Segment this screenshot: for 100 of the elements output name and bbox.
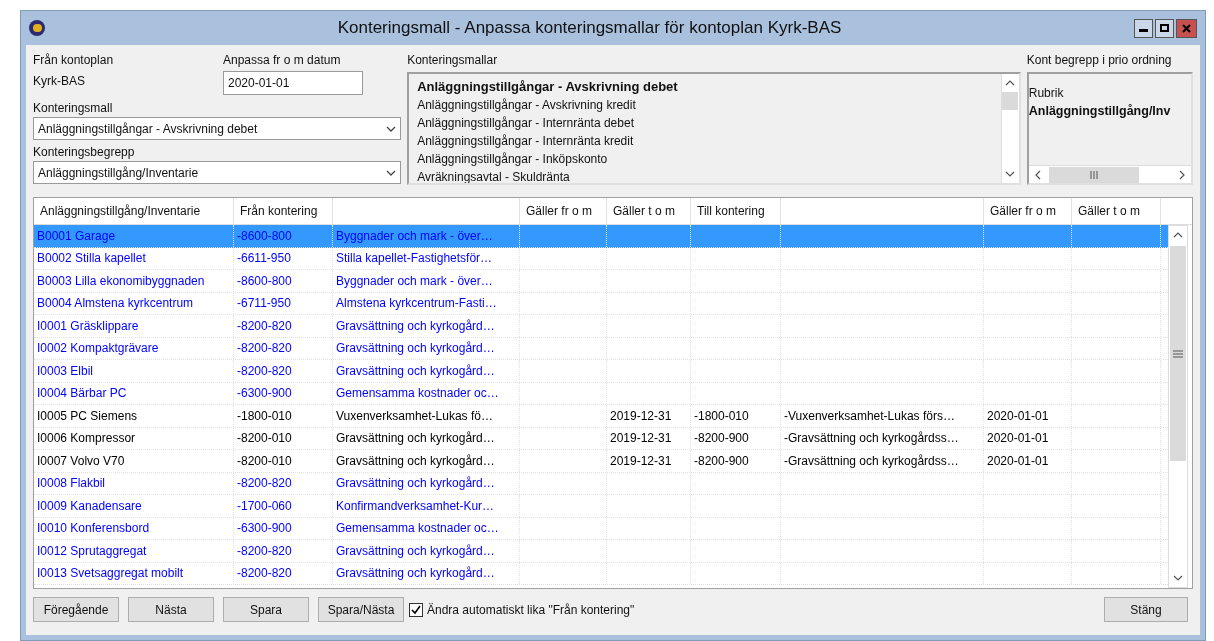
table-cell-text: I0013 Svetsaggregat mobilt <box>37 565 184 583</box>
table-cell-text: B0001 Garage <box>37 227 116 245</box>
template-list-item[interactable]: Anläggningstillgångar - Avskrivning debet <box>417 78 1001 96</box>
table-cell-text: -6611-950 <box>237 250 291 268</box>
template-list-item[interactable]: Anläggningstillgångar - Inköpskonto <box>417 150 1001 168</box>
table-cell-text: I0001 Gräsklippare <box>37 317 139 335</box>
table-cell-text: I0005 PC Siemens <box>37 407 138 425</box>
table-row[interactable]: I0002 Kompaktgrävare -8200-820 Gravsättning och kyrkogård… <box>34 337 1169 360</box>
table-row[interactable]: I0003 Elbil -8200-820 Gravsättning och kyrkogård… <box>34 360 1169 383</box>
table-row[interactable]: B0004 Almstena kyrkcentrum -6711-950 Almstena kyrkcentrum-Fasti… <box>34 292 1169 315</box>
table-cell-text: I0007 Volvo V70 <box>37 452 125 470</box>
table-cell-text: Gravsättning och kyrkogård… <box>336 317 495 335</box>
table-cell-text: I0012 Sprutaggregat <box>37 542 147 560</box>
table-cell-text: I0010 Konferensbord <box>37 520 150 538</box>
table-cell-text: Gemensamma kostnader oc… <box>336 520 499 538</box>
table-cell-text: B0004 Almstena kyrkcentrum <box>37 295 194 313</box>
table-cell-text: Gemensamma kostnader oc… <box>336 385 499 403</box>
table-cell-text: -8200-820 <box>237 565 292 583</box>
field-label: Konteringsmallar <box>407 52 499 69</box>
table-cell-text: -6711-950 <box>237 295 291 313</box>
table-cell-text: -8200-820 <box>237 475 292 493</box>
field-label: Konteringsbegrepp <box>33 144 136 161</box>
column-header[interactable]: Gäller t o m <box>1072 198 1161 224</box>
table-cell-text: -8200-820 <box>237 340 292 358</box>
table-cell-text: -8200-900 <box>694 452 749 470</box>
table-cell-text: Vuxenverksamhet-Lukas fö… <box>336 407 493 425</box>
column-header[interactable]: Anläggningstillgång/Inventarie <box>34 198 234 224</box>
template-dropdown[interactable]: Anläggningstillgångar - Avskrivning debet <box>33 117 402 140</box>
column-header[interactable]: Från kontering <box>234 198 333 224</box>
template-list-item[interactable]: Anläggningstillgångar - Avskrivning kredit <box>417 96 1001 114</box>
column-header[interactable]: Gäller fr o m <box>984 198 1072 224</box>
close-button[interactable]: Stäng <box>1104 597 1188 622</box>
table-cell-text: Gravsättning och kyrkogård… <box>336 362 495 380</box>
table-cell-text: -8200-820 <box>237 542 292 560</box>
table-cell-text: I0008 Flakbil <box>37 475 106 493</box>
footer-button[interactable]: Spara <box>223 597 309 622</box>
table-row[interactable]: I0004 Bärbar PC -6300-900 Gemensamma kostnader oc… <box>34 382 1169 405</box>
table-row[interactable]: B0003 Lilla ekonomibyggnaden -8600-800 Byggnader och mark - över… <box>34 270 1169 293</box>
template-list-item[interactable]: Anläggningstillgångar - Internränta debet <box>417 114 1001 132</box>
template-list-item[interactable]: Avräkningsavtal - Skuldränta <box>417 168 1001 183</box>
table-cell-text: -8600-800 <box>237 272 292 290</box>
priority-list-item[interactable]: Anläggningstillgång/Inv <box>1028 102 1191 120</box>
table-cell-text: 2020-01-01 <box>987 430 1049 448</box>
table-cell-text: I0009 Kanadensare <box>37 497 142 515</box>
table-cell-text: -6300-900 <box>237 520 292 538</box>
footer-button[interactable]: Föregående <box>33 597 119 622</box>
table-cell-text: B0003 Lilla ekonomibyggnaden <box>37 272 205 290</box>
table-row[interactable]: I0006 Kompressor -8200-010 Gravsättning och kyrkogård… 2019-12-31 -8200-900 -Gravsättning och kyrkogårdss… 2020-01-01 <box>34 427 1169 450</box>
table-cell-text: Stilla kapellet-Fastighetsför… <box>336 250 493 268</box>
table-cell-text: Gravsättning och kyrkogård… <box>336 430 495 448</box>
table-row[interactable]: I0010 Konferensbord -6300-900 Gemensamma kostnader oc… <box>34 517 1169 540</box>
table-cell-text: I0006 Kompressor <box>37 430 136 448</box>
concept-dropdown[interactable]: Anläggningstillgång/Inventarie <box>33 161 402 184</box>
table-cell-text: 2020-01-01 <box>987 407 1049 425</box>
table-cell-text: Gravsättning och kyrkogård… <box>336 475 495 493</box>
column-header[interactable]: Till kontering <box>691 198 781 224</box>
table-cell-text: Gravsättning och kyrkogård… <box>336 542 495 560</box>
table-row[interactable]: I0013 Svetsaggregat mobilt -8200-820 Gravsättning och kyrkogård… <box>34 562 1169 585</box>
field-label: Konteringsmall <box>33 100 114 117</box>
table-row[interactable]: B0002 Stilla kapellet -6611-950 Stilla kapellet-Fastighetsför… <box>34 247 1169 270</box>
table-cell-text: -1800-010 <box>694 407 749 425</box>
priority-list-item[interactable]: Rubrik <box>1028 84 1191 102</box>
footer-button[interactable]: Spara/Nästa <box>318 597 404 622</box>
column-header[interactable]: Gäller fr o m <box>520 198 607 224</box>
table-row[interactable]: I0005 PC Siemens -1800-010 Vuxenverksamhet-Lukas fö… 2019-12-31 -1800-010 -Vuxenverksamhet-Lukas förs… 2020-01-01 <box>34 405 1169 428</box>
checkbox-label: Ändra automatiskt lika "Från kontering" <box>427 601 635 619</box>
table-cell-text: 2019-12-31 <box>610 430 672 448</box>
table-row[interactable]: I0012 Sprutaggregat -8200-820 Gravsättning och kyrkogård… <box>34 540 1169 563</box>
table-cell-text: -8600-800 <box>237 227 292 245</box>
table-cell-text: -Gravsättning och kyrkogårdss… <box>784 452 959 470</box>
table-cell-text: Gravsättning och kyrkogård… <box>336 452 495 470</box>
window-title: Konteringsmall - Anpassa konteringsmallar för kontoplan Kyrk-BAS <box>336 17 843 40</box>
footer-button[interactable]: Nästa <box>128 597 214 622</box>
table-cell-text: -Vuxenverksamhet-Lukas förs… <box>784 407 955 425</box>
table-cell-text: 2019-12-31 <box>610 407 672 425</box>
table-cell-text: -8200-010 <box>237 430 292 448</box>
table-row[interactable]: I0007 Volvo V70 -8200-010 Gravsättning och kyrkogård… 2019-12-31 -8200-900 -Gravsättning och kyrkogårdss… 2020-01-01 <box>34 450 1169 473</box>
table-cell-text: Byggnader och mark - över… <box>336 227 493 245</box>
table-cell-text: I0004 Bärbar PC <box>37 385 127 403</box>
table-cell-text: Byggnader och mark - över… <box>336 272 493 290</box>
field-label: Kont begrepp i prio ordning <box>1026 52 1173 69</box>
table-cell-text: I0003 Elbil <box>37 362 94 380</box>
column-header[interactable]: Gäller t o m <box>607 198 691 224</box>
table-row[interactable]: I0008 Flakbil -8200-820 Gravsättning och kyrkogård… <box>34 472 1169 495</box>
table-cell-text: -1800-010 <box>237 407 292 425</box>
table-row[interactable]: I0001 Gräsklippare -8200-820 Gravsättning och kyrkogård… <box>34 315 1169 338</box>
table-cell-text: 2020-01-01 <box>987 452 1049 470</box>
date-input[interactable]: 2020-01-01 <box>223 71 363 95</box>
table-cell-text: B0002 Stilla kapellet <box>37 250 146 268</box>
table-cell-text: -6300-900 <box>237 385 292 403</box>
table-cell-text: -8200-820 <box>237 317 292 335</box>
field-label: Från kontoplan <box>33 52 115 69</box>
table-cell-text: Konfirmandverksamhet-Kur… <box>336 497 495 515</box>
template-list-item[interactable]: Anläggningstillgångar - Internränta kredit <box>417 132 1001 150</box>
table-cell-text: 2019-12-31 <box>610 452 672 470</box>
table-cell-text: Gravsättning och kyrkogård… <box>336 565 495 583</box>
table-cell-text: -Gravsättning och kyrkogårdss… <box>784 430 959 448</box>
table-cell-text: -1700-060 <box>237 497 292 515</box>
table-cell-text: I0002 Kompaktgrävare <box>37 340 159 358</box>
table-row[interactable]: I0009 Kanadensare -1700-060 Konfirmandverksamhet-Kur… <box>34 495 1169 518</box>
